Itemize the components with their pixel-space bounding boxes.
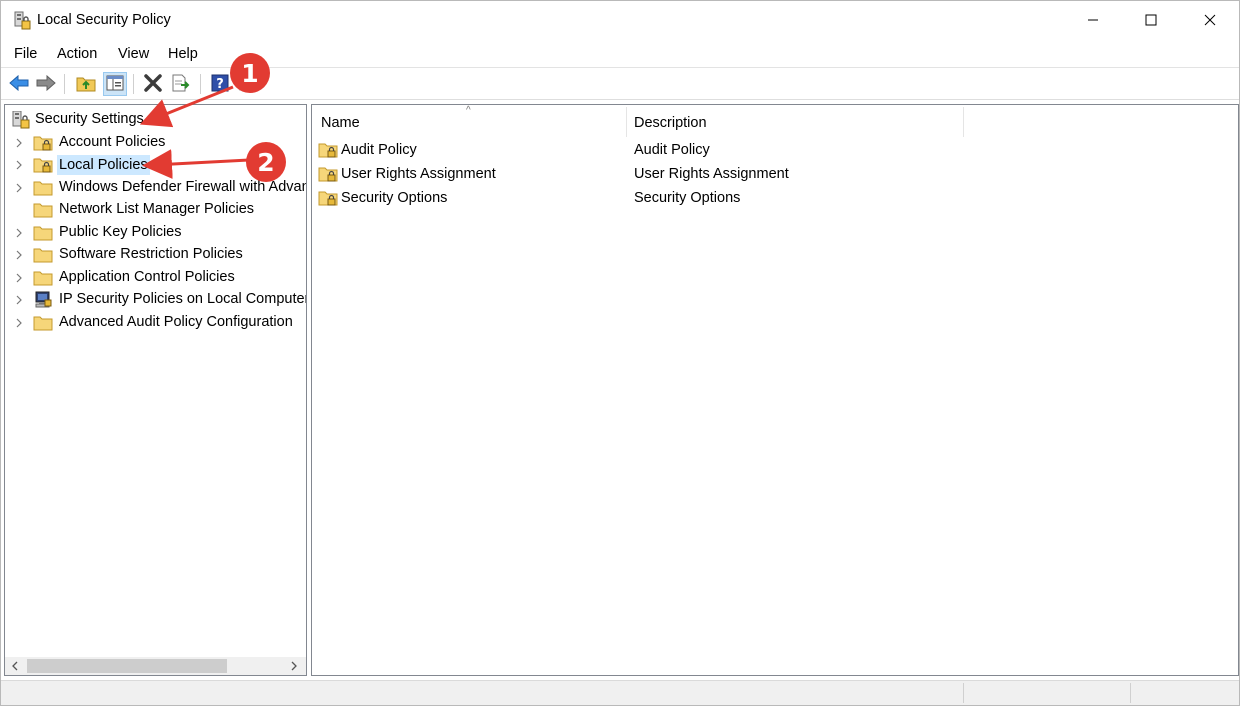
list-item-description: Audit Policy	[634, 142, 710, 158]
annotation-badge-2: 2	[246, 142, 286, 182]
scroll-right-icon[interactable]	[287, 659, 301, 673]
column-divider[interactable]	[963, 107, 964, 137]
column-name[interactable]: Name	[321, 115, 360, 131]
chevron-right-icon[interactable]	[14, 271, 24, 283]
title-bar[interactable]: Local Security Policy	[1, 1, 1239, 41]
menu-action[interactable]: Action	[57, 46, 97, 62]
chevron-right-icon[interactable]	[14, 226, 24, 238]
details-pane[interactable]: ^ Name Description Audit Policy Audit Po…	[311, 104, 1239, 676]
minimize-button[interactable]	[1064, 1, 1122, 41]
security-policy-icon	[13, 11, 31, 31]
list-item-description: Security Options	[634, 190, 741, 206]
folder-icon	[33, 314, 53, 332]
help-icon: ?	[211, 74, 229, 95]
status-divider	[1130, 683, 1131, 703]
maximize-icon	[1145, 13, 1157, 29]
tree-item-software-restriction[interactable]: Software Restriction Policies	[5, 244, 306, 266]
toolbar-divider	[1, 99, 1239, 100]
folder-icon	[33, 224, 53, 242]
annotation-badge-1: 1	[230, 53, 270, 93]
list-item[interactable]: Audit Policy Audit Policy	[312, 138, 1238, 162]
toolbar: ?	[1, 68, 1239, 100]
scroll-left-icon[interactable]	[8, 659, 22, 673]
toolbar-separator	[200, 74, 201, 94]
export-list-button[interactable]	[169, 72, 193, 96]
delete-button[interactable]	[141, 72, 165, 96]
maximize-button[interactable]	[1122, 1, 1180, 41]
show-hide-tree-button[interactable]	[103, 72, 127, 96]
list-item-name: Audit Policy	[341, 142, 417, 158]
menu-view[interactable]: View	[118, 46, 149, 62]
tree-item-advanced-audit[interactable]: Advanced Audit Policy Configuration	[5, 312, 306, 334]
delete-icon	[144, 73, 162, 95]
tree-item-label: Security Settings	[35, 111, 144, 127]
locked-folder-icon	[33, 134, 53, 152]
menu-file[interactable]: File	[14, 46, 37, 62]
menu-bar: File Action View Help	[1, 41, 1239, 67]
folder-icon	[33, 246, 53, 264]
tree-item-ip-security[interactable]: IP Security Policies on Local Computer	[5, 289, 306, 311]
column-description[interactable]: Description	[634, 115, 707, 131]
folder-icon	[33, 201, 53, 219]
chevron-right-icon[interactable]	[14, 248, 24, 260]
folder-icon	[33, 179, 53, 197]
toolbar-separator	[133, 74, 134, 94]
chevron-right-icon[interactable]	[14, 136, 24, 148]
close-button[interactable]	[1181, 1, 1239, 41]
app-window: Local Security Policy File Action View H…	[0, 0, 1240, 706]
tree-item-label: Account Policies	[59, 134, 166, 150]
tree-horizontal-scrollbar[interactable]	[5, 657, 306, 675]
chevron-right-icon[interactable]	[14, 293, 24, 305]
tree-item-label: Public Key Policies	[59, 224, 182, 240]
window-title: Local Security Policy	[37, 12, 171, 28]
tree-item-label: Advanced Audit Policy Configuration	[59, 314, 293, 330]
security-settings-icon	[11, 110, 31, 129]
back-button[interactable]	[7, 72, 31, 96]
tree-item-application-control[interactable]: Application Control Policies	[5, 267, 306, 289]
status-divider	[963, 683, 964, 703]
list-item-name: User Rights Assignment	[341, 166, 496, 182]
menu-help[interactable]: Help	[168, 46, 198, 62]
list-item[interactable]: User Rights Assignment User Rights Assig…	[312, 162, 1238, 186]
tree-item-label: Software Restriction Policies	[59, 246, 243, 262]
svg-text:?: ?	[216, 77, 224, 92]
minimize-icon	[1087, 13, 1099, 29]
column-divider[interactable]	[626, 107, 627, 137]
close-icon	[1204, 13, 1216, 29]
scrollbar-thumb[interactable]	[27, 659, 227, 673]
column-header: ^ Name Description	[312, 105, 1238, 137]
up-folder-icon	[76, 74, 96, 95]
export-list-icon	[171, 74, 191, 95]
tree-item-public-key-policies[interactable]: Public Key Policies	[5, 222, 306, 244]
tree-item-label: Network List Manager Policies	[59, 201, 255, 217]
sort-ascending-icon: ^	[466, 105, 471, 116]
list-item-name: Security Options	[341, 190, 448, 206]
folder-icon	[33, 269, 53, 287]
locked-folder-icon	[318, 141, 338, 159]
tree-item-label: Application Control Policies	[59, 269, 235, 285]
forward-button[interactable]	[34, 72, 58, 96]
chevron-right-icon[interactable]	[14, 181, 24, 193]
locked-folder-icon	[318, 189, 338, 207]
ip-security-icon	[33, 291, 53, 309]
help-button[interactable]: ?	[208, 72, 232, 96]
show-hide-tree-icon	[106, 75, 124, 94]
toolbar-separator	[64, 74, 65, 94]
chevron-right-icon[interactable]	[14, 316, 24, 328]
up-folder-button[interactable]	[74, 72, 98, 96]
forward-icon	[36, 74, 56, 94]
chevron-right-icon[interactable]	[14, 158, 24, 170]
status-bar	[1, 680, 1239, 705]
tree-pane[interactable]: Security Settings Account Policies Local…	[4, 104, 307, 676]
tree-item-label: IP Security Policies on Local Computer	[59, 291, 307, 307]
list-item-description: User Rights Assignment	[634, 166, 789, 182]
tree-item-label: Local Policies	[57, 155, 150, 175]
list-item[interactable]: Security Options Security Options	[312, 186, 1238, 210]
tree-item-network-list-manager[interactable]: Network List Manager Policies	[5, 199, 306, 221]
locked-folder-icon	[33, 156, 53, 174]
back-icon	[9, 74, 29, 94]
locked-folder-icon	[318, 165, 338, 183]
tree-item-security-settings[interactable]: Security Settings	[5, 109, 306, 131]
